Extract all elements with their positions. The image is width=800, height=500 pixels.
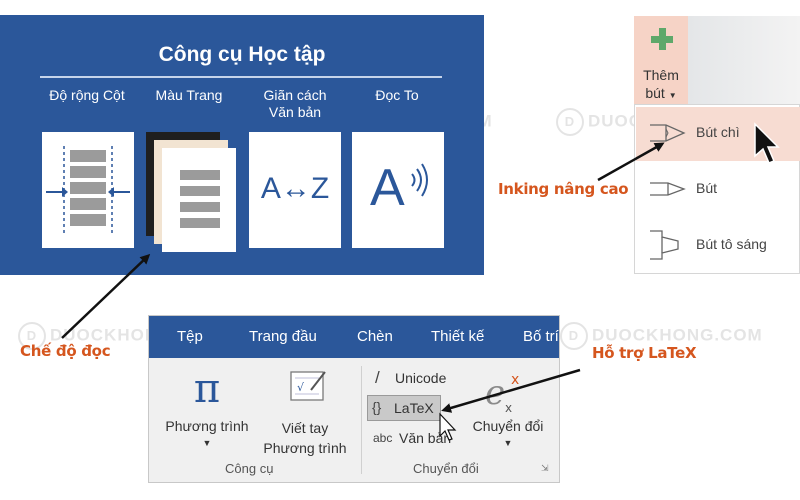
add-pen-button[interactable]: Thêm bút ▼ bbox=[634, 16, 688, 104]
cursor-icon bbox=[439, 412, 457, 441]
page-color-icon bbox=[146, 132, 236, 252]
tab-home[interactable]: Trang đầu bbox=[249, 328, 317, 345]
blurred-area bbox=[688, 16, 800, 104]
unicode-button[interactable]: / Unicode bbox=[371, 368, 471, 390]
latex-label: LaTeX bbox=[394, 400, 434, 416]
ink-equation-button[interactable]: √ Viết tay Phương trình bbox=[255, 364, 355, 458]
tab-design[interactable]: Thiết kế bbox=[431, 328, 484, 345]
title-divider bbox=[40, 76, 442, 78]
svg-text:√: √ bbox=[297, 381, 305, 394]
pi-icon: π bbox=[193, 366, 221, 412]
column-width-button[interactable] bbox=[42, 132, 134, 248]
abc-icon: abc bbox=[373, 431, 393, 445]
sound-waves-icon bbox=[411, 163, 428, 197]
unicode-icon: / bbox=[375, 368, 380, 387]
group-divider bbox=[361, 366, 362, 474]
pen-panel: Thêm bút ▼ Bút chì Bút Bút tô sáng bbox=[634, 16, 800, 274]
cursor-icon bbox=[754, 122, 780, 164]
equation-ribbon: Tệp Trang đầu Chèn Thiết kế Bố trí π Phư… bbox=[148, 315, 560, 483]
svg-text:e: e bbox=[485, 373, 505, 413]
page-color-button[interactable] bbox=[144, 132, 244, 252]
plus-icon bbox=[651, 28, 673, 50]
text-spacing-label: Giãn cách Văn bản bbox=[263, 87, 327, 120]
column-width-icon bbox=[46, 146, 130, 234]
group-label-tools: Công cụ bbox=[225, 461, 274, 476]
pen-icon bbox=[650, 182, 686, 196]
callout-reading: Chế độ đọc bbox=[20, 342, 111, 360]
column-width-label: Độ rộng Cột bbox=[49, 87, 125, 103]
latex-button[interactable]: {} LaTeX bbox=[367, 395, 441, 421]
braces-icon: {} bbox=[372, 399, 382, 415]
tab-insert[interactable]: Chèn bbox=[357, 328, 393, 345]
page-color-label: Màu Trang bbox=[155, 87, 223, 103]
pencil-icon bbox=[650, 124, 686, 142]
callout-latex: Hỗ trợ LaTeX bbox=[592, 344, 697, 362]
read-aloud-icon: A bbox=[370, 159, 405, 217]
svg-text:x: x bbox=[511, 372, 519, 388]
ink-equation-icon: √ bbox=[290, 371, 326, 401]
add-pen-label: Thêm bút ▼ bbox=[643, 67, 679, 101]
learning-tools-panel: Công cụ Học tập Độ rộng Cột Màu Trang Gi… bbox=[0, 15, 484, 275]
dialog-launcher-icon[interactable]: ⇲ bbox=[541, 463, 549, 474]
text-spacing-icon: A↔Z bbox=[260, 172, 330, 205]
learning-tools-title: Công cụ Học tập bbox=[158, 43, 326, 66]
unicode-label: Unicode bbox=[395, 370, 447, 386]
chevron-down-icon: ▼ bbox=[668, 91, 677, 100]
menu-item-highlighter[interactable]: Bút tô sáng bbox=[636, 219, 800, 273]
chevron-down-icon: ▼ bbox=[202, 438, 212, 448]
tab-file[interactable]: Tệp bbox=[177, 328, 203, 345]
group-label-convert: Chuyển đổi bbox=[413, 461, 479, 476]
text-spacing-button[interactable]: A↔Z bbox=[249, 132, 341, 248]
read-aloud-button[interactable]: A bbox=[352, 132, 444, 248]
svg-text:x: x bbox=[505, 401, 512, 414]
highlighter-icon bbox=[650, 230, 679, 260]
convert-label: Chuyển đổi bbox=[472, 418, 544, 434]
convert-button[interactable]: e x x Chuyển đổi ▼ bbox=[463, 364, 553, 458]
equation-label: Phương trình bbox=[165, 418, 249, 434]
equation-button[interactable]: π Phương trình ▼ bbox=[155, 364, 259, 458]
convert-icon: e x x bbox=[485, 372, 519, 414]
ribbon-tab-bar: Tệp Trang đầu Chèn Thiết kế Bố trí bbox=[149, 316, 559, 358]
chevron-down-icon: ▼ bbox=[503, 438, 513, 448]
ink-equation-label: Viết tay Phương trình bbox=[263, 420, 347, 456]
tab-layout[interactable]: Bố trí bbox=[523, 328, 559, 345]
read-aloud-label: Đọc To bbox=[375, 87, 419, 103]
menu-item-pen[interactable]: Bút bbox=[636, 163, 800, 217]
callout-inking: Inking nâng cao bbox=[498, 180, 629, 198]
